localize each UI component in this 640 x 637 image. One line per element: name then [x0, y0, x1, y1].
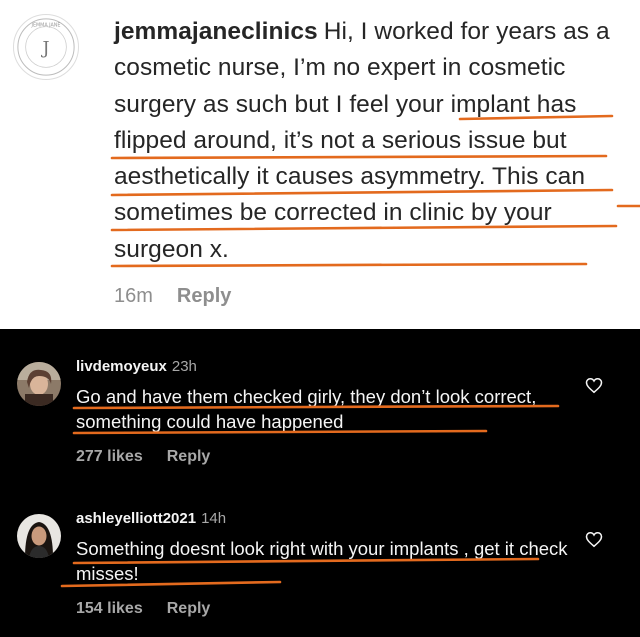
comment-livdemoyeux: livdemoyeux 23h Go and have them checked … [0, 329, 640, 485]
comment-header: livdemoyeux 23h [76, 358, 197, 375]
comment-body: jemmajaneclinics Hi, I worked for years a… [114, 14, 618, 268]
comment-time: 14h [201, 510, 227, 527]
comment-header: ashleyelliott2021 14h [76, 510, 226, 527]
comment-text: Hi, I worked for years as a cosmetic nur… [114, 18, 610, 263]
clinic-logo-icon: J JEMMA JANE [17, 18, 75, 76]
comment-time: 16m [114, 285, 153, 307]
avatar[interactable]: J JEMMA JANE [13, 14, 79, 80]
reply-button[interactable]: Reply [167, 448, 211, 465]
reply-button[interactable]: Reply [167, 600, 211, 617]
likes-count[interactable]: 277 likes [76, 448, 143, 465]
comment-username[interactable]: livdemoyeux [76, 358, 167, 375]
clinic-logo-ring-text: JEMMA JANE [31, 23, 61, 29]
comment-username[interactable]: ashleyelliott2021 [76, 510, 196, 527]
heart-icon[interactable] [585, 377, 603, 394]
profile-photo-avatar [17, 362, 61, 406]
heart-icon[interactable] [585, 531, 603, 548]
reply-button[interactable]: Reply [177, 285, 231, 307]
comment-meta: 154 likes Reply [76, 600, 210, 618]
comment-time: 23h [171, 358, 197, 375]
top-comment: J JEMMA JANE jemmajaneclinics Hi, I worke… [0, 0, 640, 329]
profile-photo-avatar [17, 514, 61, 558]
avatar[interactable] [17, 362, 61, 406]
clinic-logo-letter: J [41, 39, 50, 59]
comment-ashleyelliott2021: ashleyelliott2021 14h Something doesnt lo… [0, 485, 640, 637]
comment-text: Go and have them checked girly, they don… [76, 386, 537, 432]
comment-meta: 277 likes Reply [76, 448, 210, 466]
avatar[interactable] [17, 514, 61, 558]
comment-text: Something doesnt look right with your im… [76, 538, 568, 584]
likes-count[interactable]: 154 likes [76, 600, 143, 617]
comment-username[interactable]: jemmajaneclinics [114, 18, 318, 45]
comment-meta: 16m Reply [114, 285, 231, 308]
